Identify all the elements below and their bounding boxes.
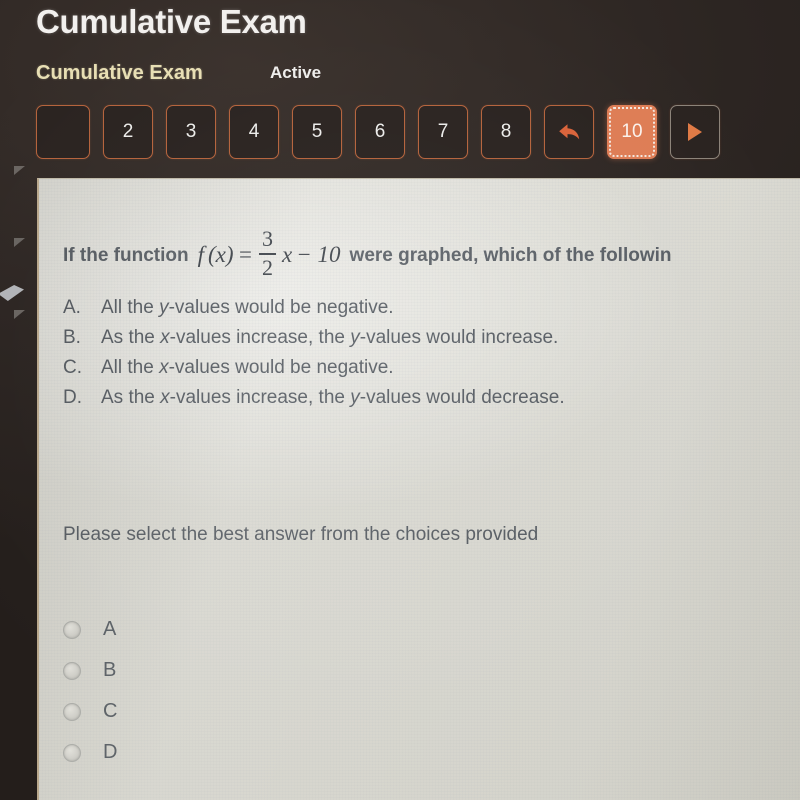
question-8-button[interactable]: 8 [481,105,531,159]
answer-choice-d: D. As the x-values increase, the y-value… [63,387,783,409]
answer-choice-d-text: As the x-values increase, the y-values w… [101,387,565,408]
formula-constant: − 10 [296,241,341,267]
answer-choice-a-text: All the y-values would be negative. [101,297,394,318]
question-3-label: 3 [185,121,197,142]
formula-fraction: 3 2 [259,226,277,280]
radio-option-b-label: B [103,659,117,681]
screenshot-root: Cumulative Exam Cumulative Exam Active 2… [0,0,800,800]
question-stem: If the function f (x) = 3 2 x − 10 were g… [63,226,672,281]
question-2-button[interactable]: 2 [103,105,153,159]
answer-choices-list: A. All the y-values would be negative. B… [63,297,783,417]
radio-option-c[interactable]: C [54,691,117,732]
question-7-label: 7 [437,121,449,142]
question-10-button[interactable]: 10 [607,105,657,159]
gutter-marker-icon-3 [14,310,25,319]
radio-button-a-icon[interactable] [63,620,81,639]
status-badge: Active [270,63,322,82]
question-6-label: 6 [374,121,386,142]
answer-choice-a: A. All the y-values would be negative. [63,297,783,319]
question-1-button[interactable] [36,105,90,159]
question-stem-before: If the function [63,244,189,266]
gutter-marker-icon-1 [14,166,25,175]
breadcrumb: Cumulative Exam [36,62,203,90]
formula-denominator: 2 [262,254,274,280]
formula-numerator: 3 [262,226,274,251]
radio-button-c-icon[interactable] [63,702,81,721]
question-panel: If the function f (x) = 3 2 x − 10 were g… [37,178,800,800]
answer-choice-b-text: As the x-values increase, the y-values w… [101,327,559,348]
answer-choice-c: C. All the x-values would be negative. [63,357,783,379]
radio-option-b[interactable]: B [54,650,117,691]
question-4-label: 4 [248,121,260,142]
page-title: Cumulative Exam [36,3,307,40]
answer-choice-c-letter: C. [63,357,82,378]
answer-choice-b: B. As the x-values increase, the y-value… [63,327,783,349]
answer-choice-d-letter: D. [63,387,82,408]
reply-back-arrow-icon [559,124,580,140]
radio-option-d[interactable]: D [54,732,117,773]
radio-button-b-icon[interactable] [63,661,81,680]
question-stem-after: were graphed, which of the followin [349,244,672,266]
previous-question-button[interactable] [544,105,594,159]
radio-button-d-icon[interactable] [63,743,81,762]
question-5-button[interactable]: 5 [292,105,342,159]
question-7-button[interactable]: 7 [418,105,468,159]
question-2-label: 2 [122,121,134,142]
question-10-label: 10 [621,121,643,142]
play-forward-triangle-icon [688,123,702,141]
instruction-text: Please select the best answer from the c… [63,524,539,545]
formula-term: x [282,241,293,267]
question-4-button[interactable]: 4 [229,105,279,159]
question-6-button[interactable]: 6 [355,105,405,159]
breadcrumb-item-cumulative-exam[interactable]: Cumulative Exam [36,62,203,84]
formula-function-name: f [197,241,204,267]
answer-choice-c-text: All the x-values would be negative. [101,357,394,378]
formula-variable: (x) [207,241,234,267]
answer-choice-a-letter: A. [63,297,81,318]
question-8-label: 8 [500,121,512,142]
answer-radio-group: A B C D [54,609,117,773]
radio-option-c-label: C [103,700,118,722]
answer-choice-b-letter: B. [63,327,81,348]
gutter-marker-icon-2 [14,238,25,247]
question-navigation: 2 3 4 5 6 7 8 10 [36,105,720,159]
formula-equals: = [237,241,254,267]
question-5-label: 5 [311,121,323,142]
function-formula: f (x) = 3 2 x − 10 [197,226,341,280]
question-content: If the function f (x) = 3 2 x − 10 were g… [39,179,800,800]
radio-option-a[interactable]: A [54,609,117,650]
radio-option-a-label: A [103,618,117,640]
next-question-button[interactable] [670,105,720,159]
radio-option-d-label: D [103,741,118,763]
question-3-button[interactable]: 3 [166,105,216,159]
